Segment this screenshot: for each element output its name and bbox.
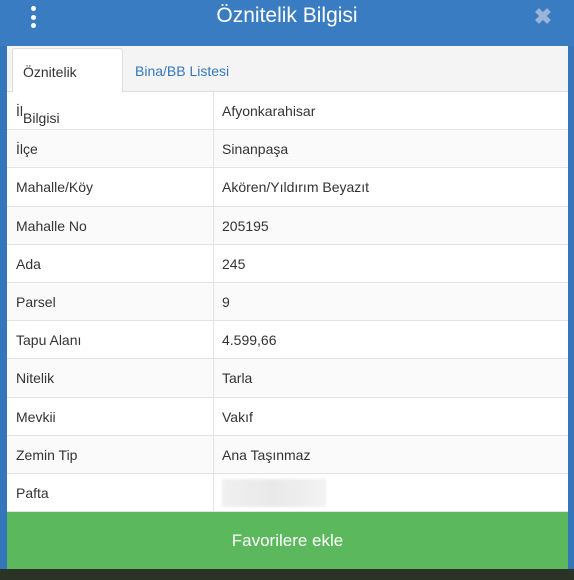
attribute-value: Sinanpaşa [213, 130, 568, 168]
attribute-key: Mahalle No [16, 217, 87, 234]
dialog-title: Öznitelik Bilgisi [216, 4, 358, 27]
attribute-key: Parsel [16, 293, 56, 310]
attribute-value: 9 [213, 282, 568, 321]
attribute-value [213, 473, 568, 512]
attribute-value: 205195 [213, 206, 568, 244]
attribute-key: Tapu Alanı [16, 332, 82, 349]
table-row: Zemin Tip Ana Taşınmaz [7, 435, 568, 474]
table-row: Mahalle/Köy Akören/Yıldırım Beyazıt [7, 168, 568, 207]
attribute-key: Mevkii [16, 408, 56, 425]
table-row: Mevkii Vakıf [7, 397, 568, 436]
attribute-info-dialog: Öznitelik Bilgisi ✖ Öznitelik Bilgisi Bi… [0, 0, 574, 580]
attribute-value: Tarla [213, 359, 568, 397]
attribute-value: Afyonkarahisar [213, 92, 568, 130]
dialog-body: Öznitelik Bilgisi Bina/BB Listesi İl Afy… [7, 46, 568, 513]
attribute-key: Ada [16, 255, 41, 272]
attribute-key: Zemin Tip [16, 446, 78, 463]
table-row: Nitelik Tarla [7, 359, 568, 398]
attribute-value: 4.599,66 [213, 321, 568, 359]
attribute-key: Mahalle/Köy [16, 179, 94, 196]
table-row: Ada 245 [7, 244, 568, 283]
tab-building-list[interactable]: Bina/BB Listesi [125, 48, 239, 92]
dialog-header: Öznitelik Bilgisi ✖ [0, 0, 574, 46]
attribute-value: 245 [213, 244, 568, 282]
table-row: Parsel 9 [7, 282, 568, 322]
attribute-key: Pafta [16, 484, 49, 501]
table-row: Tapu Alanı 4.599,66 [7, 321, 568, 360]
attribute-table: İl Afyonkarahisar İlçe Sinanpaşa Mahalle… [7, 92, 568, 513]
attribute-value: Akören/Yıldırım Beyazıt [213, 168, 568, 206]
attribute-key: İl [16, 103, 23, 119]
add-to-favorites-button[interactable]: Favorilere ekle [7, 512, 568, 569]
table-row: Mahalle No 205195 [7, 206, 568, 245]
table-row: Pafta [7, 473, 568, 513]
table-row: İlçe Sinanpaşa [7, 130, 568, 169]
tab-attribute-info[interactable]: Öznitelik Bilgisi [12, 48, 123, 126]
map-strip [0, 569, 574, 580]
attribute-key: Nitelik [16, 370, 55, 387]
table-row: İl Afyonkarahisar [7, 92, 568, 131]
attribute-value: Ana Taşınmaz [213, 435, 568, 473]
tab-bar: Öznitelik Bilgisi Bina/BB Listesi [7, 46, 568, 126]
attribute-key: İlçe [16, 141, 38, 158]
attribute-value: Vakıf [213, 397, 568, 435]
redacted-value [222, 478, 326, 507]
close-icon[interactable]: ✖ [532, 4, 554, 30]
